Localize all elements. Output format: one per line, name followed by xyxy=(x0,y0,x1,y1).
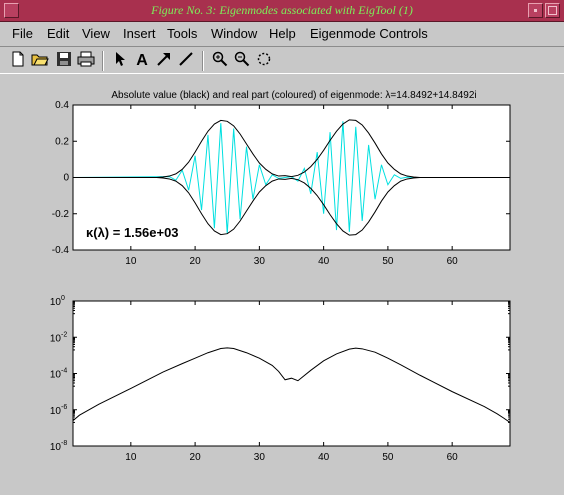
eigenmode-log-plot: 10 20 30 40 50 6010 010 -210 -410 -610 -8 xyxy=(50,295,511,463)
window-title: Figure No. 3: Eigenmodes associated with… xyxy=(151,3,413,17)
menu-help[interactable]: Help xyxy=(269,26,296,41)
plot2-ytick-label: 10 xyxy=(50,370,62,381)
print-icon[interactable] xyxy=(76,51,96,71)
new-file-icon[interactable] xyxy=(8,51,28,71)
plot2-ytick-exponent: 0 xyxy=(61,295,65,302)
plot2-ytick-label: 10 xyxy=(50,333,62,344)
plot2-ytick-label: 10 xyxy=(50,297,62,308)
menu-insert[interactable]: Insert xyxy=(123,26,156,41)
plot2-ytick-exponent: -6 xyxy=(61,404,67,411)
plot1-ytick-label: -0.4 xyxy=(52,245,70,256)
plot2-xtick-label: 60 xyxy=(447,452,459,463)
plot2-ytick-label: 10 xyxy=(50,442,62,453)
plot1-xtick-label: 40 xyxy=(318,256,330,267)
text-insert-icon[interactable]: A xyxy=(132,51,152,71)
plot2-ytick-exponent: -4 xyxy=(61,368,67,375)
plot2-xtick-label: 20 xyxy=(190,452,202,463)
menu-view[interactable]: View xyxy=(82,26,110,41)
minimize-button[interactable] xyxy=(528,3,543,18)
plot1-ytick-label: 0 xyxy=(63,173,69,184)
plot2-ytick-exponent: -2 xyxy=(61,331,67,338)
menu-eigenmode-controls[interactable]: Eigenmode Controls xyxy=(310,26,428,41)
arrow-pointer-icon[interactable] xyxy=(110,51,130,71)
eigenmode-amplitude-plot: Absolute value (black) and real part (co… xyxy=(52,90,511,267)
menu-window[interactable]: Window xyxy=(211,26,257,41)
plot1-ytick-label: 0.2 xyxy=(55,136,69,147)
condition-number-annotation: κ(λ) = 1.56e+03 xyxy=(86,225,179,240)
rotate-icon[interactable] xyxy=(254,51,274,71)
maximize-button[interactable] xyxy=(545,3,560,18)
menu-bar: File Edit View Insert Tools Window Help … xyxy=(0,22,564,46)
plot1-xtick-label: 20 xyxy=(190,256,202,267)
minimize-icon xyxy=(534,9,537,12)
plot1-ytick-label: -0.2 xyxy=(52,209,70,220)
plot2-axes xyxy=(72,300,511,447)
arrow-insert-icon[interactable] xyxy=(154,51,174,71)
plot2-ytick-exponent: -8 xyxy=(61,440,67,447)
menu-file[interactable]: File xyxy=(12,26,33,41)
zoom-out-icon[interactable] xyxy=(232,51,252,71)
plot2-xtick-label: 50 xyxy=(382,452,394,463)
zoom-in-icon[interactable] xyxy=(210,51,230,71)
plot1-xtick-label: 10 xyxy=(125,256,137,267)
figure-canvas: Absolute value (black) and real part (co… xyxy=(50,90,511,463)
plot2-xtick-label: 30 xyxy=(254,452,266,463)
save-icon[interactable] xyxy=(54,51,74,71)
plot1-title: Absolute value (black) and real part (co… xyxy=(111,90,476,101)
menu-edit[interactable]: Edit xyxy=(47,26,69,41)
maximize-icon xyxy=(548,6,557,15)
toolbar: A xyxy=(0,46,564,74)
plot2-ytick-label: 10 xyxy=(50,406,62,417)
toolbar-separator xyxy=(102,51,104,71)
menu-tools[interactable]: Tools xyxy=(167,26,197,41)
plot1-xtick-label: 60 xyxy=(447,256,459,267)
plot1-xtick-label: 30 xyxy=(254,256,266,267)
window-titlebar[interactable]: Figure No. 3: Eigenmodes associated with… xyxy=(0,0,564,22)
plot2-xtick-label: 10 xyxy=(125,452,137,463)
toolbar-separator xyxy=(202,51,204,71)
plot1-xtick-label: 50 xyxy=(382,256,394,267)
line-insert-icon[interactable] xyxy=(176,51,196,71)
open-folder-icon[interactable] xyxy=(30,51,50,71)
plot2-xtick-label: 40 xyxy=(318,452,330,463)
plot1-ytick-label: 0.4 xyxy=(55,100,69,111)
